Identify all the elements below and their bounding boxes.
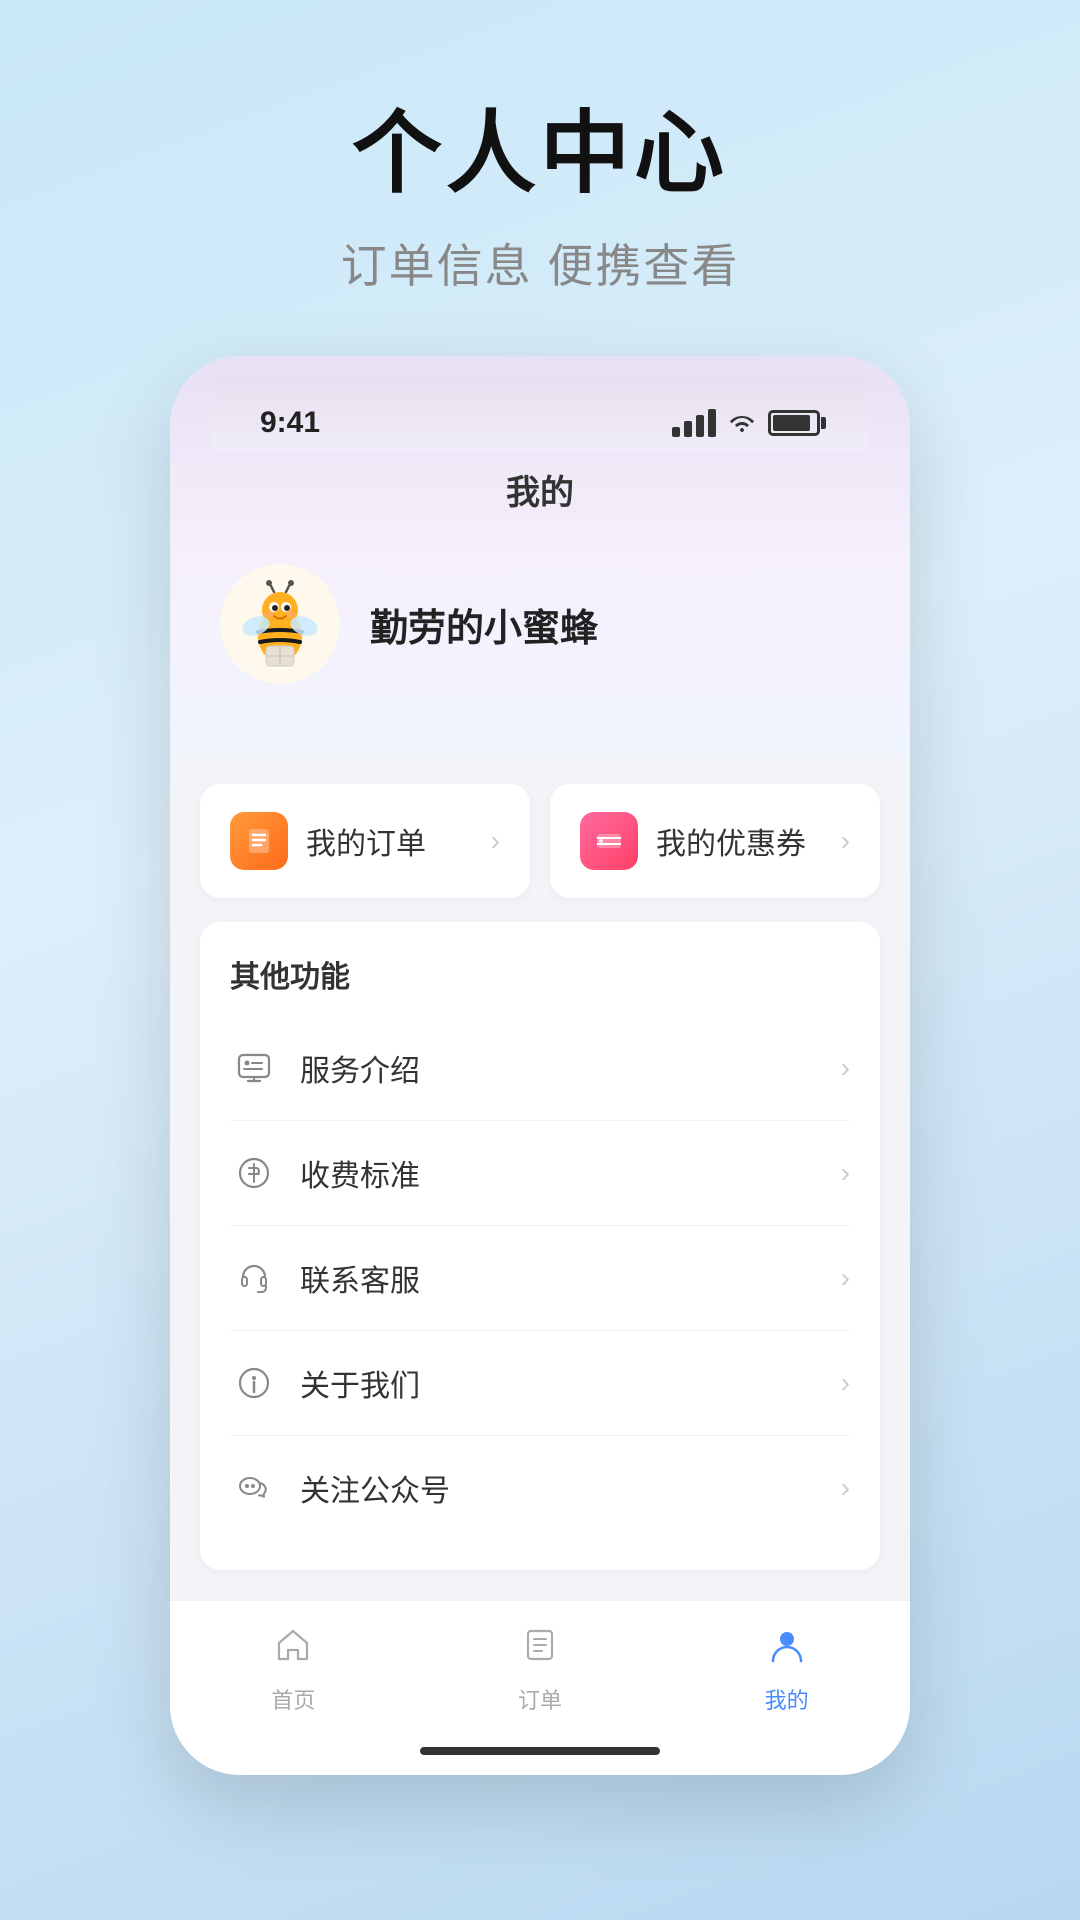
- home-indicator: [170, 1735, 910, 1775]
- follow-wechat-chevron-icon: ›: [841, 1472, 850, 1504]
- screen-title: 我的: [210, 450, 870, 544]
- follow-wechat-label: 关注公众号: [300, 1466, 450, 1510]
- menu-item-follow-wechat[interactable]: 关注公众号 ›: [230, 1436, 850, 1540]
- my-coupon-label: 我的优惠券: [656, 819, 806, 863]
- about-us-chevron-icon: ›: [841, 1367, 850, 1399]
- section-title: 其他功能: [230, 952, 850, 996]
- battery-icon: [768, 410, 820, 436]
- nav-item-orders[interactable]: 订单: [480, 1625, 600, 1715]
- about-us-label: 关于我们: [300, 1361, 420, 1405]
- pricing-label: 收费标准: [300, 1151, 420, 1195]
- about-us-icon: [230, 1359, 278, 1407]
- status-icons: [672, 408, 820, 439]
- my-coupon-card[interactable]: 我的优惠券 ›: [550, 784, 880, 898]
- pricing-chevron-icon: ›: [841, 1157, 850, 1189]
- nav-item-mine[interactable]: 我的: [727, 1625, 847, 1715]
- bottom-nav: 首页 订单 我的: [170, 1600, 910, 1735]
- my-order-card[interactable]: 我的订单 ›: [200, 784, 530, 898]
- page-title: 个人中心: [341, 80, 740, 210]
- menu-item-about-us[interactable]: 关于我们 ›: [230, 1331, 850, 1436]
- contact-support-chevron-icon: ›: [841, 1262, 850, 1294]
- phone-frame: 9:41: [170, 356, 910, 1775]
- username: 勤劳的小蜜蜂: [370, 597, 598, 652]
- nav-label-orders: 订单: [518, 1683, 562, 1715]
- menu-item-contact-support[interactable]: 联系客服 ›: [230, 1226, 850, 1331]
- other-functions-section: 其他功能 服务介绍 ›: [200, 922, 880, 1570]
- status-bar: 9:41: [210, 376, 870, 450]
- user-profile: 勤劳的小蜜蜂: [210, 544, 870, 704]
- page-header: 个人中心 订单信息 便携查看: [341, 80, 740, 296]
- home-bar: [420, 1747, 660, 1755]
- nav-item-home[interactable]: 首页: [233, 1625, 353, 1715]
- status-time: 9:41: [260, 406, 320, 440]
- contact-support-label: 联系客服: [300, 1256, 420, 1300]
- order-chevron-icon: ›: [491, 825, 500, 857]
- service-intro-chevron-icon: ›: [841, 1052, 850, 1084]
- orders-icon: [520, 1625, 560, 1675]
- pricing-icon: [230, 1149, 278, 1197]
- signal-icon: [672, 409, 716, 437]
- service-intro-icon: [230, 1044, 278, 1092]
- nav-label-mine: 我的: [765, 1683, 809, 1715]
- phone-content: 我的订单 › 我的优惠券 ›: [170, 754, 910, 1600]
- avatar: [220, 564, 340, 684]
- menu-item-service-intro[interactable]: 服务介绍 ›: [230, 1016, 850, 1121]
- my-order-label: 我的订单: [306, 819, 426, 863]
- nav-label-home: 首页: [271, 1683, 315, 1715]
- home-icon: [273, 1625, 313, 1675]
- phone-top-bg: 9:41: [170, 356, 910, 754]
- wifi-icon: [728, 408, 756, 439]
- contact-support-icon: [230, 1254, 278, 1302]
- order-icon: [230, 812, 288, 870]
- page-subtitle: 订单信息 便携查看: [341, 230, 740, 296]
- quick-actions: 我的订单 › 我的优惠券 ›: [200, 784, 880, 898]
- follow-wechat-icon: [230, 1464, 278, 1512]
- service-intro-label: 服务介绍: [300, 1046, 420, 1090]
- coupon-icon: [580, 812, 638, 870]
- mine-icon: [767, 1625, 807, 1675]
- coupon-chevron-icon: ›: [841, 825, 850, 857]
- menu-item-pricing[interactable]: 收费标准 ›: [230, 1121, 850, 1226]
